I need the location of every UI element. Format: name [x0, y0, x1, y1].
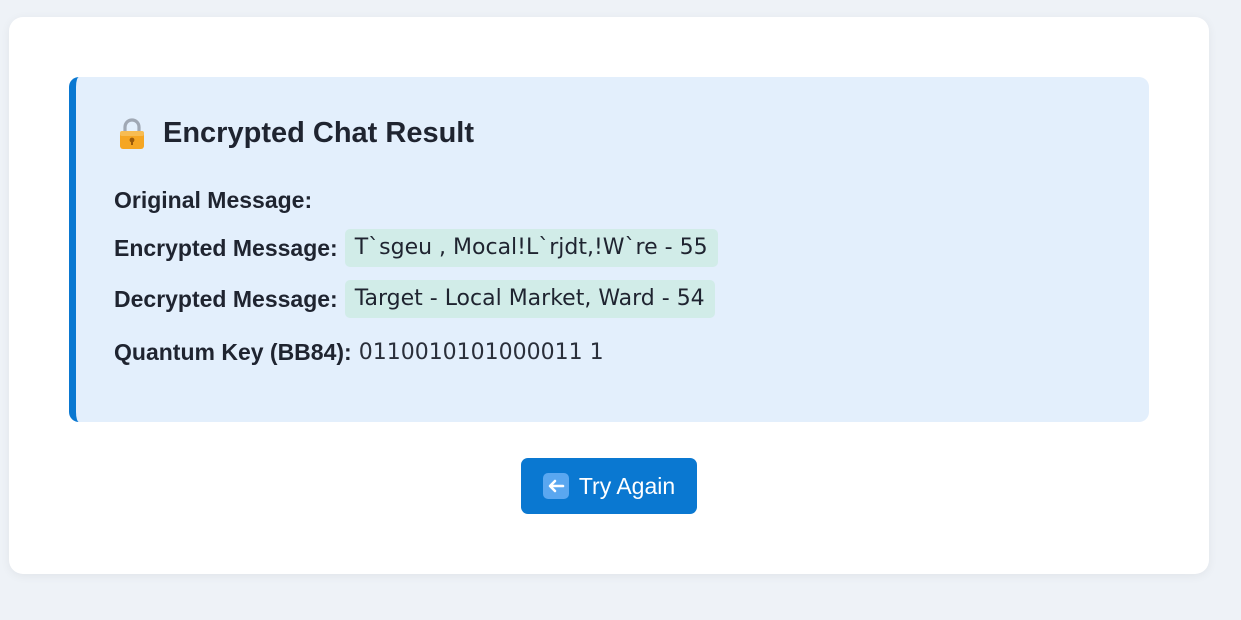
encrypted-message-row: Encrypted Message: T`sgeu , Mocal!L`rjdt…: [114, 229, 718, 267]
result-title: Encrypted Chat Result: [118, 117, 474, 150]
try-again-label: Try Again: [578, 472, 676, 499]
back-arrow-icon: [542, 473, 569, 499]
decrypted-message-label: Decrypted Message:: [114, 285, 338, 312]
encrypted-message-value: T`sgeu , Mocal!L`rjdt,!W`re - 55: [344, 229, 718, 267]
lock-icon: [118, 117, 146, 150]
decrypted-message-row: Decrypted Message: Target - Local Market…: [114, 280, 715, 318]
encrypted-message-label: Encrypted Message:: [114, 234, 338, 261]
decrypted-message-value: Target - Local Market, Ward - 54: [344, 280, 715, 318]
original-message-row: Original Message:: [114, 187, 319, 214]
result-card: Encrypted Chat Result Original Message: …: [9, 17, 1209, 574]
quantum-key-value: 0110010101000011 1: [358, 340, 604, 365]
encrypted-result-panel: Encrypted Chat Result Original Message: …: [69, 77, 1149, 422]
quantum-key-label: Quantum Key (BB84):: [114, 339, 352, 365]
try-again-button[interactable]: Try Again: [521, 458, 697, 514]
result-title-text: Encrypted Chat Result: [163, 117, 474, 149]
original-message-label: Original Message:: [114, 187, 313, 213]
quantum-key-row: Quantum Key (BB84): 0110010101000011 1: [114, 339, 604, 366]
